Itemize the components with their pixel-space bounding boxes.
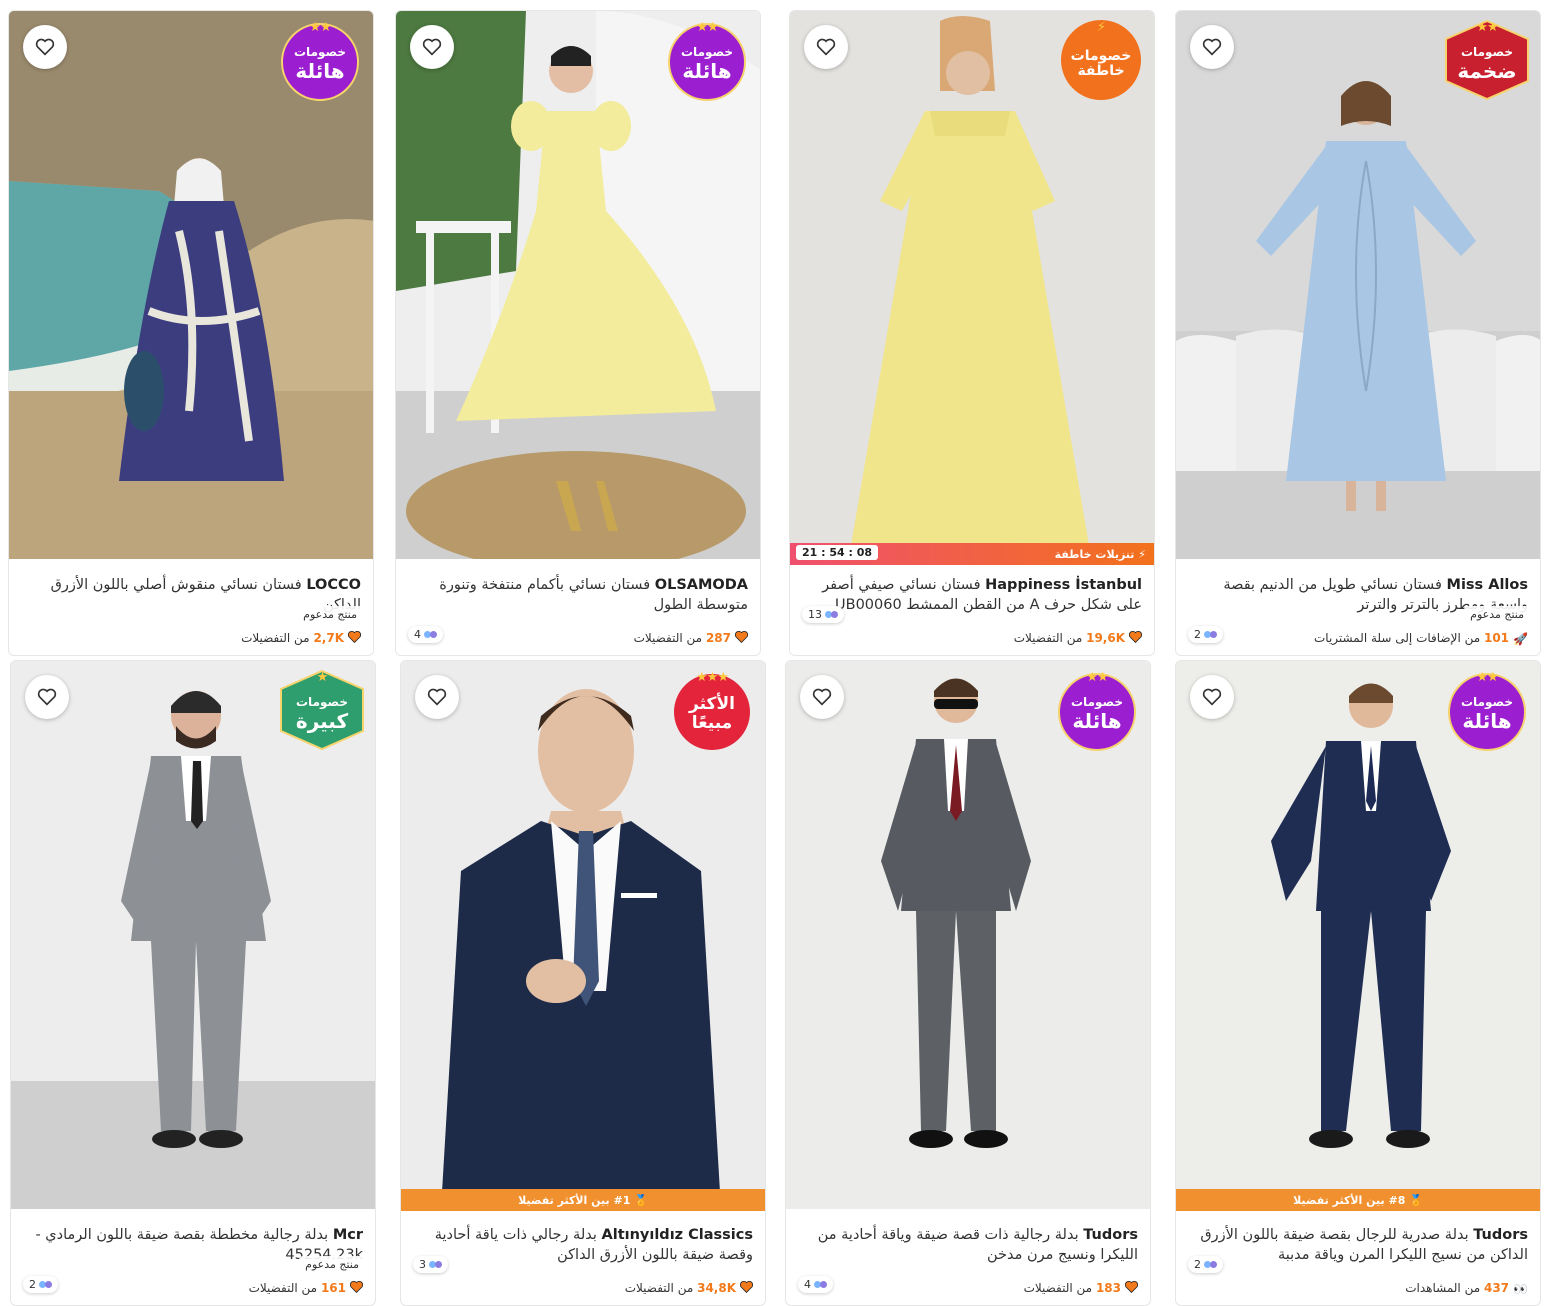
favorite-button[interactable] (1190, 25, 1234, 69)
heart-icon (349, 1280, 364, 1296)
favorite-button[interactable] (1190, 675, 1234, 719)
star-icon: ★ (316, 670, 329, 685)
color-variants[interactable]: 3 (413, 1256, 448, 1273)
countdown-timer: 21 : 54 : 08 (796, 545, 879, 560)
product-card[interactable]: ⚡ خصومات خاطفة 13 21 : 54 : 08 ⚡ تنزيلات… (789, 10, 1155, 656)
discount-badge: ★★ خصومات هائلة (664, 19, 750, 101)
product-card[interactable]: ★★ خصومات هائلة منتج مدعوم LOCCO فستان ن… (8, 10, 374, 656)
heart-icon (1124, 1280, 1139, 1296)
product-stat: 🚀101 من الإضافات إلى سلة المشتريات (1314, 631, 1528, 646)
lightning-icon: ⚡ (1096, 20, 1106, 35)
rocket-icon: 🚀 (1513, 631, 1528, 646)
medal-icon: 🏅 #1 بين الأكثر تفضيلا (518, 1193, 648, 1207)
flash-sale-strip: 21 : 54 : 08 ⚡ تنزيلات خاطفة (790, 543, 1154, 565)
color-variants[interactable]: 4 (408, 626, 443, 643)
discount-badge: ★★ خصومات ضخمة (1444, 19, 1530, 101)
heart-icon (347, 630, 362, 646)
product-title[interactable]: Happiness İstanbul فستان نسائي صيفي أصفر… (802, 575, 1142, 615)
heart-icon (816, 38, 836, 56)
star-icon: ★★ (1086, 670, 1108, 685)
heart-icon (739, 1280, 754, 1296)
product-stat: 19,6K من التفضيلات (802, 630, 1143, 646)
bestseller-strip: 🏅 #8 بين الأكثر تفضيلا (1176, 1189, 1540, 1211)
favorite-button[interactable] (800, 675, 844, 719)
star-icon: ★★★ (696, 670, 729, 685)
heart-icon (35, 38, 55, 56)
lightning-icon: ⚡ (1138, 547, 1146, 561)
product-card[interactable]: ★★★ الأكثر مبيعًا 3 🏅 #1 بين الأكثر تفضي… (400, 660, 766, 1306)
bestseller-strip: 🏅 #1 بين الأكثر تفضيلا (401, 1189, 765, 1211)
product-title[interactable]: Tudors بدلة رجالية ذات قصة ضيقة وياقة أح… (798, 1225, 1138, 1265)
product-card[interactable]: ★★ خصومات هائلة 4 OLSAMODA فستان نسائي ب… (395, 10, 761, 656)
heart-icon (734, 630, 749, 646)
product-stat: 287 من التفضيلات (408, 630, 749, 646)
eyes-icon: 👀 (1513, 1281, 1528, 1296)
favorite-button[interactable] (415, 675, 459, 719)
medal-icon: 🏅 #8 بين الأكثر تفضيلا (1293, 1193, 1423, 1207)
product-stat: 161 من التفضيلات (23, 1280, 364, 1296)
heart-icon (37, 688, 57, 706)
product-title[interactable]: OLSAMODA فستان نسائي بأكمام منتفخة وتنور… (408, 575, 748, 615)
star-icon: ★★ (1476, 670, 1498, 685)
discount-badge: ★★ خصومات هائلة (277, 19, 363, 101)
color-variants[interactable]: 2 (1188, 626, 1223, 643)
star-icon: ★★ (1476, 20, 1498, 35)
heart-icon (812, 688, 832, 706)
product-card[interactable]: ★★ خصومات هائلة 2 🏅 #8 بين الأكثر تفضيلا… (1175, 660, 1541, 1306)
product-card[interactable]: ★ خصومات كبيرة منتج مدعوم 2 Mcr بدلة رجا… (10, 660, 376, 1306)
heart-icon (1128, 630, 1143, 646)
product-title[interactable]: Tudors بدلة صدرية للرجال بقصة ضيقة باللو… (1188, 1225, 1528, 1265)
color-variants[interactable]: 2 (23, 1276, 58, 1293)
flash-discount-badge: ⚡ خصومات خاطفة (1058, 19, 1144, 101)
star-icon: ★★ (309, 20, 331, 35)
product-stat: 183 من التفضيلات (798, 1280, 1139, 1296)
heart-icon (1202, 38, 1222, 56)
sponsored-label: منتج مدعوم (297, 606, 363, 623)
favorite-button[interactable] (804, 25, 848, 69)
product-stat: 👀437 من المشاهدات (1405, 1281, 1528, 1296)
product-stat: 34,8K من التفضيلات (413, 1280, 754, 1296)
favorite-button[interactable] (410, 25, 454, 69)
discount-badge: ★★ خصومات هائلة (1054, 669, 1140, 751)
product-title[interactable]: Altınyıldız Classics بدلة رجالي ذات ياقة… (413, 1225, 753, 1265)
sponsored-label: منتج مدعوم (299, 1256, 365, 1273)
sponsored-label: منتج مدعوم (1464, 606, 1530, 623)
heart-icon (422, 38, 442, 56)
flash-sale-label: ⚡ تنزيلات خاطفة (1054, 547, 1146, 561)
favorite-button[interactable] (23, 25, 67, 69)
star-icon: ★★ (696, 20, 718, 35)
favorite-button[interactable] (25, 675, 69, 719)
heart-icon (1202, 688, 1222, 706)
color-variants[interactable]: 4 (798, 1276, 833, 1293)
product-card[interactable]: ★★ خصومات هائلة 4 Tudors بدلة رجالية ذات… (785, 660, 1151, 1306)
discount-badge: ★★ خصومات هائلة (1444, 669, 1530, 751)
product-stat: 2,7K من التفضيلات (21, 630, 362, 646)
color-variants[interactable]: 2 (1188, 1256, 1223, 1273)
heart-icon (427, 688, 447, 706)
discount-badge: ★ خصومات كبيرة (279, 669, 365, 751)
color-variants[interactable]: 13 (802, 606, 844, 623)
product-card[interactable]: ★★ خصومات ضخمة منتج مدعوم 2 Miss Allos ف… (1175, 10, 1541, 656)
bestseller-badge: ★★★ الأكثر مبيعًا (669, 669, 755, 751)
